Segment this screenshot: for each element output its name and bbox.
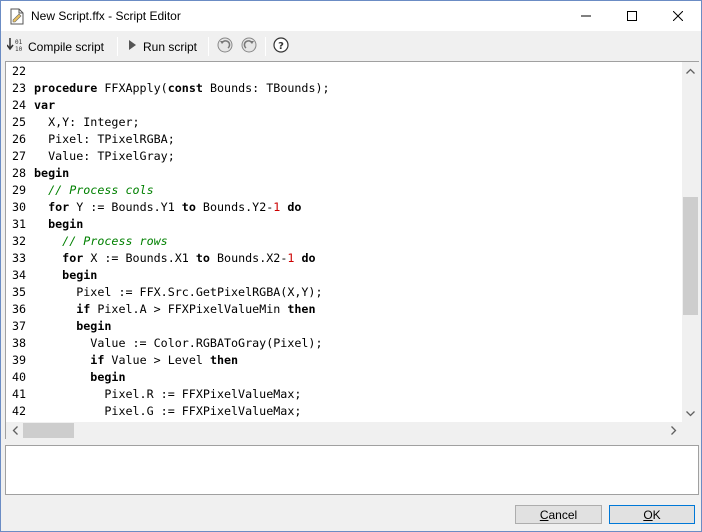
cancel-button-label: Cancel bbox=[539, 507, 578, 522]
line-number: 32 bbox=[12, 234, 27, 248]
code-text: for X := Bounds.X1 to Bounds.X2-1 do bbox=[62, 251, 316, 265]
output-panel[interactable] bbox=[5, 445, 699, 495]
line-number: 24 bbox=[12, 98, 27, 112]
ok-button[interactable]: OK bbox=[609, 505, 695, 524]
line-number: 34 bbox=[12, 268, 27, 282]
help-icon: ? bbox=[273, 37, 289, 56]
compile-icon: 01 10 bbox=[6, 37, 24, 56]
chevron-right-icon bbox=[670, 426, 676, 435]
chevron-left-icon bbox=[12, 426, 18, 435]
code-text: begin bbox=[90, 370, 126, 384]
compile-script-label: Compile script bbox=[28, 39, 105, 54]
chevron-down-icon bbox=[686, 410, 695, 416]
svg-text:?: ? bbox=[278, 41, 284, 52]
svg-text:01: 01 bbox=[15, 39, 23, 46]
code-area[interactable]: 22 23 procedure FFXApply(const Bounds: TBo… bbox=[6, 62, 682, 422]
scroll-up-arrow[interactable] bbox=[682, 62, 699, 79]
code-text: Value: TPixelGray; bbox=[34, 149, 175, 163]
code-text: // Process cols bbox=[48, 183, 154, 197]
line-number: 22 bbox=[12, 64, 27, 78]
code-text: begin bbox=[76, 319, 112, 333]
line-number: 37 bbox=[12, 319, 27, 333]
compile-script-button[interactable]: 01 10 Compile script bbox=[6, 35, 105, 58]
code-text: if Pixel.A > FFXPixelValueMin then bbox=[76, 302, 316, 316]
code-text: // Process rows bbox=[62, 234, 168, 248]
help-button[interactable]: ? bbox=[273, 35, 289, 58]
horizontal-scroll-thumb[interactable] bbox=[23, 423, 74, 438]
line-number: 28 bbox=[12, 166, 27, 180]
run-script-label: Run script bbox=[143, 39, 198, 54]
cancel-button[interactable]: Cancel bbox=[515, 505, 602, 524]
line-number: 33 bbox=[12, 251, 27, 265]
scroll-right-arrow[interactable] bbox=[665, 422, 682, 439]
toolbar-separator bbox=[208, 37, 209, 56]
line-number: 40 bbox=[12, 370, 27, 384]
close-button[interactable] bbox=[655, 1, 701, 31]
undo-button[interactable] bbox=[217, 35, 233, 58]
line-number: 31 bbox=[12, 217, 27, 231]
code-text: Pixel.R := FFXPixelValueMax; bbox=[34, 387, 302, 401]
scroll-left-arrow[interactable] bbox=[6, 422, 23, 439]
window-title: New Script.ffx - Script Editor bbox=[31, 9, 181, 23]
line-number: 27 bbox=[12, 149, 27, 163]
script-editor-window: New Script.ffx - Script Editor 01 10 Com… bbox=[0, 0, 702, 532]
code-text: if Value > Level then bbox=[90, 353, 239, 367]
line-number: 39 bbox=[12, 353, 27, 367]
code-text: Pixel := FFX.Src.GetPixelRGBA(X,Y); bbox=[34, 285, 323, 299]
code-text: begin bbox=[62, 268, 98, 282]
code-text: var bbox=[34, 98, 56, 112]
ok-button-label: OK bbox=[643, 507, 661, 522]
line-number: 36 bbox=[12, 302, 27, 316]
line-number: 42 bbox=[12, 404, 27, 418]
code-text: begin bbox=[48, 217, 84, 231]
line-number: 25 bbox=[12, 115, 27, 129]
line-number: 26 bbox=[12, 132, 27, 146]
minimize-icon bbox=[581, 15, 591, 17]
vertical-scroll-thumb[interactable] bbox=[683, 197, 698, 315]
toolbar-separator bbox=[265, 37, 266, 56]
code-text: Value := Color.RGBAToGray(Pixel); bbox=[34, 336, 323, 350]
maximize-button[interactable] bbox=[609, 1, 655, 31]
horizontal-scrollbar[interactable] bbox=[6, 422, 682, 439]
chevron-up-icon bbox=[686, 68, 695, 74]
close-icon bbox=[673, 11, 683, 21]
line-number: 29 bbox=[12, 183, 27, 197]
play-icon bbox=[125, 38, 139, 55]
line-number: 23 bbox=[12, 81, 27, 95]
document-icon bbox=[10, 8, 24, 25]
line-number: 41 bbox=[12, 387, 27, 401]
code-editor[interactable]: 22 23 procedure FFXApply(const Bounds: TBo… bbox=[5, 61, 699, 439]
redo-button[interactable] bbox=[241, 35, 257, 58]
code-text: X,Y: Integer; bbox=[34, 115, 140, 129]
code-text: for Y := Bounds.Y1 to Bounds.Y2-1 do bbox=[48, 200, 302, 214]
scroll-down-arrow[interactable] bbox=[682, 405, 699, 422]
vertical-scrollbar[interactable] bbox=[682, 62, 699, 422]
scrollbar-corner bbox=[682, 422, 699, 439]
minimize-button[interactable] bbox=[563, 1, 609, 31]
svg-text:10: 10 bbox=[15, 46, 23, 53]
code-text: begin bbox=[34, 166, 70, 180]
run-script-button[interactable]: Run script bbox=[125, 35, 197, 58]
undo-icon bbox=[217, 37, 233, 56]
line-number: 30 bbox=[12, 200, 27, 214]
code-text: Pixel: TPixelRGBA; bbox=[34, 132, 175, 146]
maximize-icon bbox=[627, 11, 637, 21]
code-text: Pixel.G := FFXPixelValueMax; bbox=[34, 404, 302, 418]
toolbar: 01 10 Compile script Run script ? bbox=[1, 32, 701, 61]
line-number: 35 bbox=[12, 285, 27, 299]
toolbar-separator bbox=[117, 37, 118, 56]
title-bar[interactable]: New Script.ffx - Script Editor bbox=[1, 1, 701, 31]
redo-icon bbox=[241, 37, 257, 56]
code-text: procedure FFXApply(const Bounds: TBounds… bbox=[34, 81, 330, 95]
line-number: 38 bbox=[12, 336, 27, 350]
